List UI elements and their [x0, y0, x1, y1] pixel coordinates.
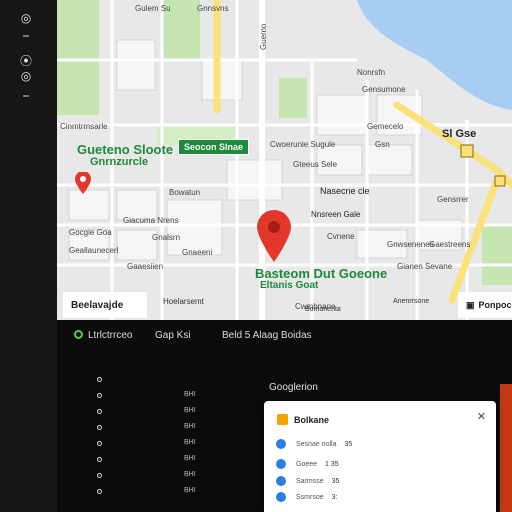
map-label: Gnwsenenes — [387, 240, 434, 249]
map-label: Gaestreens — [429, 240, 471, 249]
popup-row-text: Sesnae nolla — [296, 440, 337, 448]
row-radio[interactable] — [97, 409, 102, 414]
place-tag[interactable]: Seocon Slnae — [178, 139, 250, 155]
map-bottom-label: Anenrrsone — [393, 298, 430, 305]
road-shield — [460, 144, 474, 158]
popup-row[interactable]: Sesnae nolla 35 — [276, 438, 352, 450]
google-label: Googlerion — [269, 382, 318, 393]
row-value: BHI — [184, 455, 196, 462]
map-label: Bowatun — [169, 188, 201, 197]
item-icon — [276, 439, 286, 449]
map-label-right-2: Nnsreen Gale — [311, 210, 361, 219]
row-value: BHI — [184, 423, 196, 430]
close-icon[interactable]: ✕ — [477, 410, 486, 423]
menu-icon[interactable] — [23, 35, 29, 37]
status-dot-icon — [74, 330, 83, 339]
chip-icon: ▣ — [466, 299, 475, 310]
map-label: Gensrrer — [437, 195, 469, 204]
row-radio[interactable] — [97, 393, 102, 398]
item-icon — [276, 492, 286, 502]
popup-row-text: Ssmrsoe — [296, 493, 324, 501]
map-label: Gensumone — [362, 85, 406, 94]
map-label: Gnalsrn — [152, 233, 181, 242]
panel-head-left[interactable]: Ltrlctrrceo — [88, 330, 132, 341]
map-label: Guemo — [259, 23, 268, 50]
chip-label: Ponpoce — [478, 300, 512, 310]
location-icon[interactable]: ◎ — [16, 8, 36, 28]
row-radio[interactable] — [97, 441, 102, 446]
map-label: Gulem Su — [135, 4, 171, 13]
park-area — [279, 78, 307, 118]
map-label: Gteeus Sele — [293, 160, 338, 169]
map-label: Gnaeeni — [182, 248, 213, 257]
road-shield — [494, 175, 506, 187]
map-label: Sl Gse — [442, 128, 477, 140]
map-label: Gemecelo — [367, 122, 404, 131]
row-value: BHI — [184, 439, 196, 446]
panel-head-right[interactable]: Beld 5 Alaag Boidas — [222, 330, 312, 341]
popup-badge-icon — [277, 414, 288, 425]
map-label: Cwoerunie Sugule — [270, 140, 336, 149]
row-radio[interactable] — [97, 425, 102, 430]
layers-icon[interactable]: ◎ — [16, 66, 36, 86]
map-bottom-label: Bomonenta — [305, 306, 341, 313]
main-pin-icon[interactable] — [257, 210, 291, 262]
popup-row[interactable]: Goeee 1 35 — [276, 458, 339, 470]
panel-head-mid[interactable]: Gap Ksi — [155, 330, 191, 341]
map-bottom-label: Hoelarsemt — [163, 297, 204, 306]
row-value: BHI — [184, 391, 196, 398]
center-place-subtitle: Eltanis Goat — [260, 280, 319, 291]
popup-row[interactable]: Ssmrsoe 3: — [276, 491, 337, 503]
map-chip[interactable]: Beelavajde — [63, 292, 147, 318]
map-label-right: Nasecne cle — [320, 186, 370, 196]
map-chip[interactable]: ▣ Ponpoce — [458, 292, 512, 318]
map-label: Giacuma Nrens — [123, 216, 179, 225]
map-label: Cvnene — [327, 232, 355, 241]
popup-row-num: 3: — [331, 493, 338, 501]
place-title[interactable]: Gueteno Sloote — [77, 142, 173, 157]
map-label: Nonrsfn — [357, 68, 386, 77]
info-popup[interactable]: Bolkane ✕ Sesnae nolla 35 Goeee 1 35 Sar… — [264, 401, 496, 512]
park-area — [57, 0, 99, 115]
map-canvas[interactable]: Gulem Su Gnnsvns Guemo Cinmtrmsarle Bowa… — [57, 0, 512, 320]
row-value: BHI — [184, 487, 196, 494]
popup-row-num: 1 35 — [325, 460, 339, 468]
popup-title: Bolkane — [294, 415, 330, 425]
row-radio[interactable] — [97, 489, 102, 494]
more-icon[interactable] — [23, 95, 29, 97]
row-radio[interactable] — [97, 473, 102, 478]
map-label: Geallaunecerl — [69, 246, 119, 255]
side-accent — [500, 384, 512, 512]
map-label: Cinmtrmsarle — [60, 122, 108, 131]
map-label: Gsn — [375, 140, 390, 149]
map-label: Gnnsvns — [197, 4, 229, 13]
place-subtitle: Gnrnzurcle — [90, 156, 149, 168]
park-area — [482, 225, 512, 285]
map-label: Gaaesiien — [127, 262, 164, 271]
center-place-title[interactable]: Basteom Dut Goeone — [255, 266, 387, 281]
popup-row[interactable]: Sarmsse 35 — [276, 475, 339, 487]
row-radio[interactable] — [97, 457, 102, 462]
item-icon — [276, 459, 286, 469]
popup-row-num: 35 — [344, 440, 353, 448]
popup-row-text: Goeee — [296, 460, 318, 468]
row-value: BHI — [184, 407, 196, 414]
popup-row-num: 35 — [331, 477, 340, 485]
small-pin-icon[interactable] — [75, 172, 91, 194]
row-radio[interactable] — [97, 377, 102, 382]
left-rail: ◎ ⦿ ◎ — [0, 0, 57, 512]
popup-row-text: Sarmsse — [296, 477, 324, 485]
map-label: Gianen Sevane — [397, 262, 453, 271]
row-value: BHI — [184, 471, 196, 478]
item-icon — [276, 476, 286, 486]
map-label: Gocgie Goa — [69, 228, 112, 237]
